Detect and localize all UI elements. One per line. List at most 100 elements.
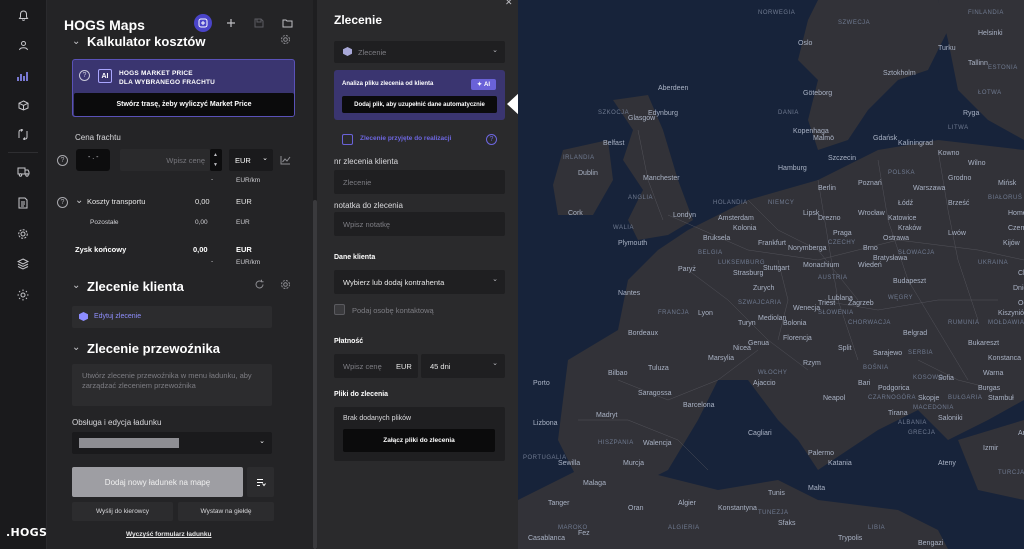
map-country-label: TURCJA xyxy=(998,470,1024,476)
add-cargo-button[interactable]: Dodaj nowy ładunek na mapę xyxy=(72,467,243,497)
cargo-label: Obsługa i edycja ładunku xyxy=(72,418,162,427)
carrier-order-title: Zlecenie przewoźnika xyxy=(87,341,220,356)
upload-order-file-button[interactable]: Dodaj plik, aby uzupełnić dane automatyc… xyxy=(342,96,497,113)
payment-term-select[interactable]: 45 dni ⌄ xyxy=(421,354,505,378)
map-city-label: Saragossa xyxy=(638,390,672,397)
accepted-checkbox[interactable] xyxy=(342,134,353,145)
plus-icon[interactable] xyxy=(222,14,240,32)
map-city-label: Edynburg xyxy=(648,110,678,117)
payment-price-placeholder: Wpisz cenę xyxy=(343,361,382,371)
sun-icon[interactable] xyxy=(14,286,32,304)
map-city-label: Kijów xyxy=(1003,240,1020,247)
accepted-help-icon[interactable]: ? xyxy=(486,134,497,145)
map-country-label: LUKSEMBURG xyxy=(718,260,766,266)
contact-person-checkbox[interactable] xyxy=(334,304,345,315)
map-city-label: Dublin xyxy=(578,170,598,177)
map-city-label: Oran xyxy=(628,505,644,512)
chart-icon[interactable] xyxy=(9,64,37,88)
chevron-down-icon: ⌄ xyxy=(492,276,498,283)
chevron-down-icon: ⌄ xyxy=(262,155,268,162)
cargo-select[interactable]: ⌄ xyxy=(72,432,272,454)
map-city-label: Mińsk xyxy=(998,180,1017,187)
send-to-driver-button[interactable]: Wyślij do kierowcy xyxy=(72,502,173,521)
payment-label: Płatność xyxy=(334,338,364,345)
transport-costs-label: Koszty transportu xyxy=(87,197,146,206)
route-icon[interactable] xyxy=(14,125,32,143)
document-icon[interactable] xyxy=(14,194,32,212)
order-number-input[interactable]: Zlecenie xyxy=(334,170,505,194)
map-view[interactable]: SZKOCJA IRLANDIA ANGLIA WALIA FRANCJA HISZPAN… xyxy=(518,0,1024,549)
map-country-label: RUMUNIA xyxy=(948,320,980,326)
map-city-label: Split xyxy=(838,345,852,352)
map-city-label: Burgas xyxy=(978,385,1001,392)
map-country-label: POLSKA xyxy=(888,170,916,176)
transport-chevron-icon[interactable]: ⌄ xyxy=(75,195,83,206)
attach-files-button[interactable]: Załącz pliki do zlecenia xyxy=(343,429,495,452)
folder-icon[interactable] xyxy=(278,14,296,32)
freight-unit: EUR/km xyxy=(236,177,261,184)
map-city-label: Charków xyxy=(1018,270,1024,277)
client-order-settings-icon[interactable] xyxy=(280,279,291,293)
ai-analysis-box: Analiza pliku zlecenia od klienta ✦ AI Do… xyxy=(334,70,505,120)
edit-order-link[interactable]: Edytuj zlecenie xyxy=(94,313,141,320)
map-country-label: SŁOWENIA xyxy=(818,310,854,316)
post-to-exchange-button[interactable]: Wystaw na giełdę xyxy=(178,502,274,521)
list-menu-button[interactable] xyxy=(247,467,274,497)
map-city-label: Konstantyna xyxy=(718,505,757,512)
map-city-label: Berlin xyxy=(818,185,836,192)
price-stepper[interactable]: ▲ ▼ xyxy=(210,149,222,171)
map-country-label: BELGIA xyxy=(698,250,723,256)
map-city-label: Paryż xyxy=(678,266,696,273)
refresh-icon[interactable] xyxy=(254,279,265,293)
map-city-label: Algier xyxy=(678,500,696,507)
map-city-label: Sztokholm xyxy=(883,70,916,77)
map-city-label: Belgrad xyxy=(903,330,928,337)
app-title: HOGS Maps xyxy=(64,17,145,33)
map-city-label: Kopenhaga xyxy=(793,128,829,135)
bell-icon[interactable] xyxy=(14,7,32,25)
save-icon[interactable] xyxy=(250,14,268,32)
add-route-icon[interactable] xyxy=(194,14,212,32)
map-country-label: WĘGRY xyxy=(888,295,914,301)
create-route-button[interactable]: Stwórz trasę, żeby wyliczyć Market Price xyxy=(74,93,294,116)
map-country-label: WŁOCHY xyxy=(758,370,788,376)
layers-icon[interactable] xyxy=(14,255,32,273)
client-order-chevron-icon[interactable]: ⌄ xyxy=(72,280,80,291)
map-city-label: Trypolis xyxy=(838,535,863,542)
price-chart-icon[interactable] xyxy=(280,155,291,168)
map-city-label: Bukareszt xyxy=(968,340,1000,347)
map-city-label: Budapeszt xyxy=(893,278,927,285)
freight-help-icon[interactable]: ? xyxy=(57,155,68,166)
truck-icon[interactable] xyxy=(14,163,32,181)
map-country-label: CZARNOGÓRA xyxy=(868,395,917,401)
map-city-label: Praga xyxy=(833,230,852,237)
edit-order-box[interactable]: Edytuj zlecenie xyxy=(72,306,272,328)
help-icon[interactable]: ? xyxy=(79,70,90,81)
close-icon[interactable]: ✕ xyxy=(505,0,513,8)
map-city-label: Warszawa xyxy=(913,185,946,192)
settings-icon[interactable] xyxy=(14,225,32,243)
clear-cargo-form-link[interactable]: Wyczyść formularz ładunku xyxy=(126,531,212,538)
transport-help-icon[interactable]: ? xyxy=(57,197,68,208)
order-type-value: Zlecenie xyxy=(358,47,387,57)
freight-price-input[interactable]: Wpisz cenę xyxy=(120,149,210,171)
carrier-order-chevron-icon[interactable]: ⌄ xyxy=(72,342,80,353)
map-city-label: Monachium xyxy=(803,262,840,269)
payment-price-input[interactable]: Wpisz cenę EUR xyxy=(334,354,418,378)
currency-select[interactable]: EUR ⌄ xyxy=(229,149,273,171)
price-mode-toggle[interactable]: - . - xyxy=(76,149,110,171)
map-country-label: MOŁDAWIA xyxy=(988,320,1024,326)
calculator-settings-icon[interactable] xyxy=(280,34,291,48)
chevron-down-icon: ⌄ xyxy=(492,47,498,54)
transport-costs-currency: EUR xyxy=(236,197,252,206)
order-note-input[interactable]: Wpisz notatkę xyxy=(334,212,505,236)
map-city-label: Londyn xyxy=(673,212,696,219)
order-type-select[interactable]: Zlecenie ⌄ xyxy=(334,41,505,63)
client-select[interactable]: Wybierz lub dodaj kontrahenta ⌄ xyxy=(334,270,505,294)
cube-icon[interactable] xyxy=(14,96,32,114)
collapse-chevron-icon[interactable]: ⌄ xyxy=(72,36,80,47)
final-profit-currency: EUR xyxy=(236,245,252,254)
map-country-label: LIBIA xyxy=(868,525,886,531)
user-icon[interactable] xyxy=(14,36,32,54)
files-label: Pliki do zlecenia xyxy=(334,391,389,398)
